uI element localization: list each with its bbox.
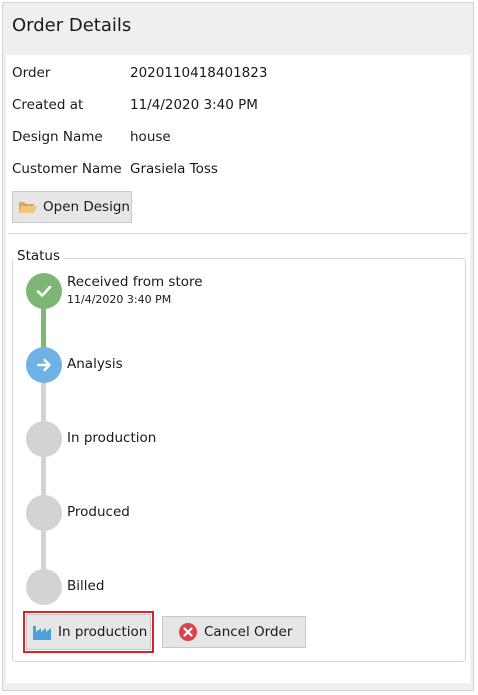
cancel-order-label: Cancel Order	[204, 624, 293, 640]
design-name-label: Design Name	[12, 129, 103, 145]
factory-icon	[32, 622, 54, 642]
in-production-button[interactable]: In production	[26, 614, 151, 650]
customer-name-label: Customer Name	[12, 161, 122, 177]
open-design-button[interactable]: Open Design	[12, 191, 132, 223]
step-in-production-indicator	[26, 421, 62, 457]
arrow-right-icon	[36, 358, 51, 372]
step-produced-indicator	[26, 495, 62, 531]
created-at-label: Created at	[12, 97, 84, 113]
cancel-order-button[interactable]: Cancel Order	[162, 616, 306, 648]
step-billed-label: Billed	[67, 578, 105, 594]
panel-header: Order Details	[3, 3, 473, 55]
step-received-label: Received from store	[67, 274, 203, 290]
step-billed-indicator	[26, 569, 62, 605]
timeline-connector-pending	[41, 365, 46, 585]
panel-content: Order 2020110418401823 Created at 11/4/2…	[6, 55, 470, 683]
page-title: Order Details	[12, 15, 132, 36]
in-production-button-label: In production	[58, 624, 148, 640]
step-received-indicator	[26, 273, 62, 309]
order-details-panel: Order Details Order 2020110418401823 Cre…	[2, 2, 474, 691]
cancel-circle-icon	[178, 622, 198, 642]
step-analysis-label: Analysis	[67, 356, 123, 372]
folder-open-icon	[17, 197, 39, 217]
step-in-production-label: In production	[67, 430, 157, 446]
step-produced-label: Produced	[67, 504, 130, 520]
step-analysis-indicator	[26, 347, 62, 383]
order-label: Order	[12, 65, 51, 81]
open-design-label: Open Design	[43, 199, 130, 215]
status-group-title: Status	[13, 248, 65, 264]
created-at-value: 11/4/2020 3:40 PM	[130, 97, 258, 113]
order-value: 2020110418401823	[130, 65, 268, 81]
status-group	[12, 258, 466, 662]
check-icon	[36, 285, 52, 297]
divider	[8, 233, 468, 234]
customer-name-value: Grasiela Toss	[130, 161, 218, 177]
step-received-timestamp: 11/4/2020 3:40 PM	[67, 293, 172, 306]
design-name-value: house	[130, 129, 171, 145]
